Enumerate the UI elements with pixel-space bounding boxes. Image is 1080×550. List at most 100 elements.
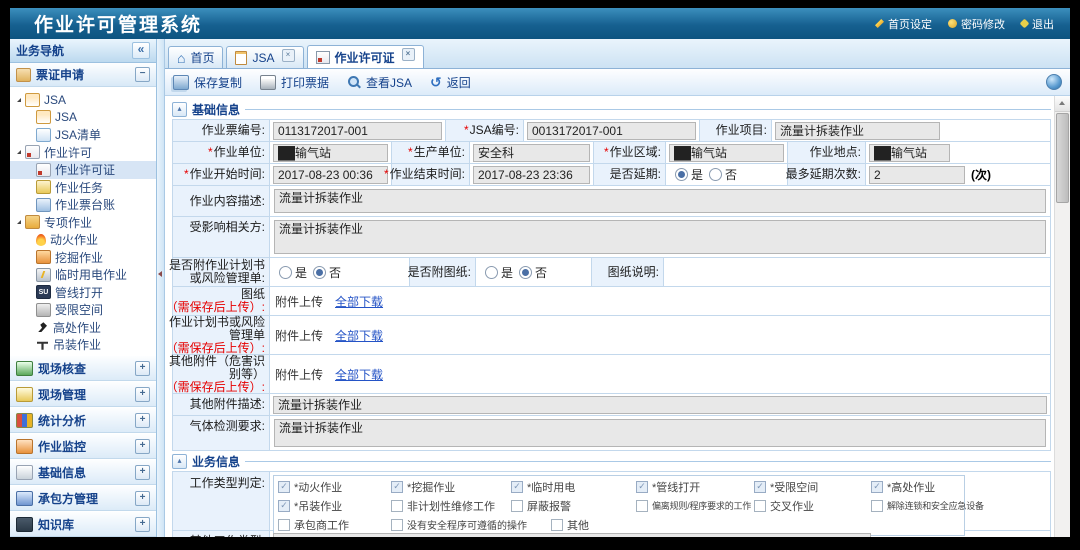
affected-party-textarea[interactable]: 流量计拆装作业 <box>274 220 1046 254</box>
checkbox-unchecked-icon[interactable] <box>391 518 403 531</box>
checkbox-checked-icon[interactable] <box>636 480 648 493</box>
checkbox-unchecked-icon[interactable] <box>871 499 883 512</box>
change-password-link[interactable]: 密码修改 <box>948 16 1005 32</box>
caret-expanded-icon[interactable] <box>17 97 21 102</box>
jsa-no-input[interactable]: 0013172017-001 <box>527 121 696 140</box>
accordion-knowledge[interactable]: 知识库 + <box>10 511 156 537</box>
checkbox-checked-icon[interactable] <box>871 480 883 493</box>
accordion-site-manage[interactable]: 现场管理 + <box>10 381 156 407</box>
checkbox-unchecked-icon[interactable] <box>278 518 290 531</box>
tree-item-confined-space[interactable]: 受限空间 <box>10 301 156 319</box>
other-attach-desc-input[interactable]: 流量计拆装作业 <box>273 395 1047 414</box>
panel-ticket-apply[interactable]: 票证申请 − <box>10 63 156 87</box>
radio-yes[interactable] <box>279 265 292 279</box>
accordion-site-check[interactable]: 现场核查 + <box>10 355 156 381</box>
tree-item-temp-electric[interactable]: 临时用电作业 <box>10 266 156 284</box>
checkbox-item[interactable]: 解除连锁和安全应急设备 <box>871 496 984 515</box>
checkbox-checked-icon[interactable] <box>278 480 290 493</box>
end-time-input[interactable]: 2017-08-23 23:36 <box>473 165 590 184</box>
save-copy-button[interactable]: 保存复制 <box>173 74 242 91</box>
accordion-statistics[interactable]: 统计分析 + <box>10 407 156 433</box>
checkbox-item[interactable]: 偏离规则/程序要求的工作 <box>636 496 754 515</box>
checkbox-item[interactable]: 交叉作业 <box>754 496 871 515</box>
tree-item-work-permit[interactable]: 作业许可证 <box>10 161 156 179</box>
start-time-input[interactable]: 2017-08-23 00:36 <box>273 165 388 184</box>
checkbox-checked-icon[interactable] <box>278 499 290 512</box>
checkbox-unchecked-icon[interactable] <box>551 518 563 531</box>
tab-jsa[interactable]: JSA × <box>226 46 304 68</box>
back-button[interactable]: ↺ 返回 <box>430 74 471 91</box>
collapse-section-icon[interactable]: ▴ <box>172 101 187 117</box>
checkbox-checked-icon[interactable] <box>754 480 766 493</box>
expand-button[interactable]: + <box>135 438 150 454</box>
ticket-no-input[interactable]: 0113172017-001 <box>273 121 442 140</box>
download-all-link[interactable]: 全部下载 <box>335 327 383 344</box>
expand-button[interactable]: + <box>135 360 150 376</box>
help-icon[interactable] <box>1046 74 1062 90</box>
scroll-up-button[interactable] <box>1055 96 1070 112</box>
expand-button[interactable]: + <box>135 464 150 480</box>
checkbox-checked-icon[interactable] <box>511 480 523 493</box>
tree-item-hot-work[interactable]: 动火作业 <box>10 231 156 249</box>
collapse-panel-button[interactable]: − <box>135 67 150 82</box>
checkbox-checked-icon[interactable] <box>391 480 403 493</box>
close-tab-icon[interactable]: × <box>401 48 415 61</box>
logout-link[interactable]: 退出 <box>1019 16 1054 32</box>
checkbox-item[interactable]: *动火作业 <box>278 477 391 496</box>
tree-item-special-group[interactable]: 专项作业 <box>10 214 156 232</box>
checkbox-unchecked-icon[interactable] <box>636 499 648 512</box>
radio-yes[interactable] <box>675 168 688 181</box>
print-ticket-button[interactable]: 打印票据 <box>260 74 329 91</box>
tab-work-permit[interactable]: 作业许可证 × <box>306 45 424 68</box>
accordion-monitor[interactable]: 作业监控 + <box>10 433 156 459</box>
view-jsa-button[interactable]: 查看JSA <box>347 74 412 91</box>
checkbox-item[interactable]: 非计划性维修工作 <box>391 496 511 515</box>
checkbox-item[interactable]: *管线打开 <box>636 477 754 496</box>
download-all-link[interactable]: 全部下载 <box>335 293 383 310</box>
work-place-input[interactable]: ██输气站 <box>869 143 950 162</box>
checkbox-unchecked-icon[interactable] <box>511 499 523 512</box>
radio-no[interactable] <box>519 265 533 279</box>
checkbox-item[interactable]: *临时用电 <box>511 477 636 496</box>
download-all-link[interactable]: 全部下载 <box>335 366 383 383</box>
max-delay-input[interactable]: 2 <box>869 165 965 184</box>
checkbox-item[interactable]: *挖掘作业 <box>391 477 511 496</box>
collapse-sidebar-button[interactable]: « <box>132 42 150 59</box>
caret-expanded-icon[interactable] <box>17 150 21 155</box>
tree-item-lifting[interactable]: 吊装作业 <box>10 336 156 354</box>
tree-item-excavation[interactable]: 挖掘作业 <box>10 249 156 267</box>
checkbox-unchecked-icon[interactable] <box>391 499 403 512</box>
collapse-section-icon[interactable]: ▴ <box>172 453 187 469</box>
tree-item-ticket-ledger[interactable]: 作业票台账 <box>10 196 156 214</box>
gas-test-textarea[interactable]: 流量计拆装作业 <box>274 419 1046 447</box>
radio-no[interactable] <box>709 168 723 181</box>
tree-item-work-task[interactable]: 作业任务 <box>10 179 156 197</box>
work-unit-input[interactable]: ██输气站 <box>273 143 388 162</box>
splitter[interactable] <box>157 39 165 537</box>
checkbox-item[interactable]: *高处作业 <box>871 477 960 496</box>
upload-attachment-button[interactable]: 附件上传 <box>275 293 323 310</box>
scrollbar-thumb[interactable] <box>1056 113 1069 203</box>
project-input[interactable]: 流量计拆装作业 <box>775 121 940 140</box>
tree-item-work-at-height[interactable]: 高处作业 <box>10 319 156 337</box>
accordion-base-info[interactable]: 基础信息 + <box>10 459 156 485</box>
checkbox-item[interactable]: *吊装作业 <box>278 496 391 515</box>
tab-home[interactable]: ⌂ 首页 <box>168 46 224 68</box>
expand-button[interactable]: + <box>135 412 150 428</box>
close-tab-icon[interactable]: × <box>281 49 295 62</box>
expand-button[interactable]: + <box>135 386 150 402</box>
tree-item-jsa-group[interactable]: JSA <box>10 91 156 109</box>
prod-unit-input[interactable]: 安全科 <box>473 143 590 162</box>
tree-item-pipeline-open[interactable]: SU 管线打开 <box>10 284 156 302</box>
tree-item-permit-group[interactable]: 作业许可 <box>10 144 156 162</box>
expand-button[interactable]: + <box>135 516 150 532</box>
work-area-input[interactable]: ██输气站 <box>669 143 784 162</box>
tree-item-jsa[interactable]: JSA <box>10 109 156 127</box>
checkbox-item[interactable]: 屏蔽报警 <box>511 496 636 515</box>
expand-button[interactable]: + <box>135 490 150 506</box>
content-desc-textarea[interactable]: 流量计拆装作业 <box>274 189 1046 213</box>
radio-yes[interactable] <box>485 265 498 279</box>
tree-item-jsa-list[interactable]: JSA清单 <box>10 126 156 144</box>
upload-attachment-button[interactable]: 附件上传 <box>275 366 323 383</box>
other-work-type-input[interactable] <box>273 532 871 537</box>
